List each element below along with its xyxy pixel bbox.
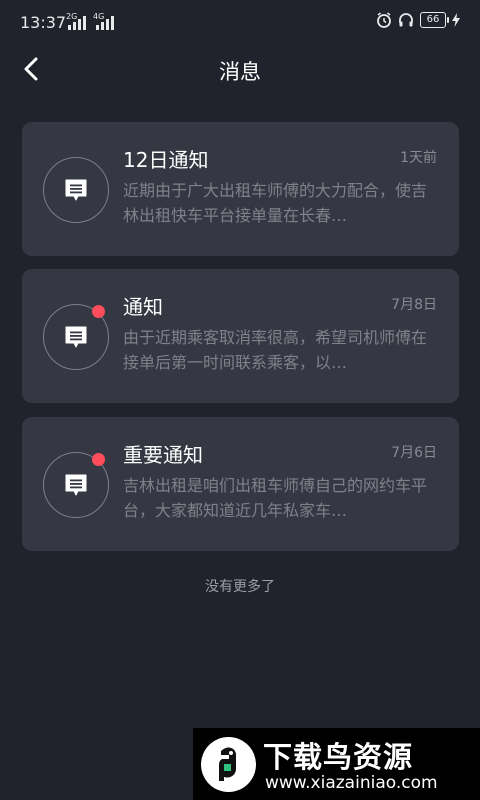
unread-dot (92, 305, 105, 318)
message-title: 12日通知 (123, 148, 209, 172)
watermark-logo (201, 737, 256, 792)
watermark: 下载鸟资源 www.xiazainiao.com (193, 728, 480, 800)
status-bar: 13:37 2G 4G 66 (0, 0, 480, 46)
battery-indicator: 66 (420, 12, 449, 28)
bird-logo-icon (219, 747, 236, 781)
message-avatar (43, 157, 109, 223)
message-preview: 近期由于广大出租车师傅的大力配合，使吉林出租快车平台接单量在长春… (123, 181, 428, 225)
message-date: 7月6日 (391, 445, 437, 461)
message-bubble-icon (65, 326, 87, 348)
headphones-icon (399, 13, 413, 27)
unread-dot (92, 453, 105, 466)
watermark-url: www.xiazainiao.com (265, 773, 438, 793)
status-right-group: 66 (376, 12, 460, 28)
alarm-icon (377, 12, 391, 28)
end-of-list-text: 没有更多了 (205, 579, 275, 595)
message-title: 通知 (123, 295, 163, 319)
message-date: 7月8日 (391, 297, 437, 313)
message-bubble-icon (65, 474, 87, 496)
message-preview: 吉林出租是咱们出租车师傅自己的网约车平台，大家都知道近几年私家车… (123, 476, 428, 520)
watermark-name: 下载鸟资源 (263, 740, 414, 774)
message-card[interactable]: 12日通知 1天前 近期由于广大出租车师傅的大力配合，使吉林出租快车平台接单量在… (22, 122, 459, 256)
message-card[interactable]: 通知 7月8日 由于近期乘客取消率很高，希望司机师傅在接单后第一时间联系乘客，以… (22, 269, 459, 403)
page-title: 消息 (219, 60, 261, 84)
header: 消息 (0, 46, 480, 92)
message-card[interactable]: 重要通知 7月6日 吉林出租是咱们出租车师傅自己的网约车平台，大家都知道近几年私… (22, 417, 459, 551)
message-bubble-icon (65, 179, 87, 201)
sim1-signal-icon (68, 14, 86, 30)
message-date: 1天前 (400, 150, 437, 166)
sim2-signal-icon (96, 14, 114, 30)
status-time: 13:37 (20, 13, 67, 32)
charging-icon (452, 13, 460, 27)
message-preview: 由于近期乘客取消率很高，希望司机师傅在接单后第一时间联系乘客，以… (123, 328, 428, 372)
message-title: 重要通知 (123, 443, 203, 467)
